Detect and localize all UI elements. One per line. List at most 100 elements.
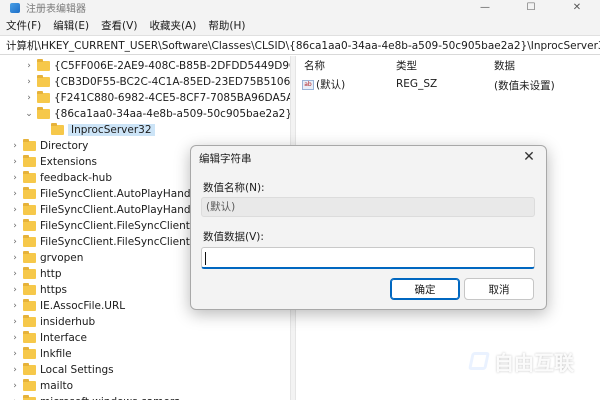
title-bar: 注册表编辑器 — ☐ ✕ [0,0,600,15]
tree-item[interactable]: ›microsoft.windows.camera [10,394,181,400]
folder-icon [23,299,36,311]
value-data-label: 数值数据(V): [203,231,264,243]
menu-edit[interactable]: 编辑(E) [53,18,89,33]
tree-item-label: grvopen [40,252,84,264]
folder-icon [51,123,64,135]
tree-item[interactable]: InprocServer32 [38,122,155,138]
menu-view[interactable]: 查看(V) [101,18,137,33]
folder-icon [23,347,36,359]
chevron-right-icon[interactable]: › [10,173,20,183]
menu-bar: 文件(F) 编辑(E) 查看(V) 收藏夹(A) 帮助(H) [0,15,600,35]
tree-item[interactable]: › FileSyncClient.FileSyncClient [10,218,190,234]
dialog-close-icon[interactable]: ✕ [520,148,538,166]
tree-item-label: FileSyncClient.FileSyncClient [40,220,190,232]
chevron-right-icon[interactable]: › [10,317,20,327]
chevron-down-icon[interactable]: ⌄ [24,109,34,119]
tree-item[interactable]: › Directory [10,138,88,154]
chevron-right-icon[interactable]: › [10,349,20,359]
column-header-name[interactable]: 名称 [304,58,325,73]
folder-icon [37,75,50,87]
folder-icon [37,91,50,103]
chevron-right-icon[interactable]: › [10,365,20,375]
tree-item[interactable]: › {F241C880-6982-4CE5-8CF7-7085BA96DA5A} [24,90,290,106]
chevron-right-icon[interactable]: › [10,269,20,279]
close-window-button[interactable]: ✕ [554,0,600,15]
minimize-button[interactable]: — [462,0,508,15]
address-bar[interactable]: 计算机\HKEY_CURRENT_USER\Software\Classes\C… [0,35,600,55]
value-name: (默认) [316,79,346,91]
chevron-right-icon[interactable]: › [10,333,20,343]
folder-icon [23,187,36,199]
value-name-label: 数值名称(N): [203,182,265,194]
chevron-right-icon[interactable]: › [24,93,34,103]
tree-item-label: insiderhub [40,316,96,328]
regedit-app-icon [10,2,20,13]
text-caret [205,252,206,265]
chevron-right-icon[interactable]: › [10,189,20,199]
value-data-input[interactable] [201,247,535,269]
column-header-data[interactable]: 数据 [494,58,515,73]
tree-item-label: {86ca1aa0-34aa-4e8b-a509-50c905bae2a2} [54,108,290,120]
tree-item-label: Extensions [40,156,98,168]
chevron-right-icon[interactable]: › [10,221,20,231]
chevron-right-icon[interactable]: › [10,253,20,263]
tree-item[interactable]: › {C5FF006E-2AE9-408C-B85B-2DFDD5449D9C} [24,58,290,74]
chevron-right-icon[interactable]: › [10,205,20,215]
folder-icon [23,219,36,231]
folder-icon [23,363,36,375]
tree-item[interactable]: › IE.AssocFile.URL [10,298,125,314]
chevron-right-icon[interactable]: › [24,61,34,71]
edit-string-dialog: 编辑字符串 ✕ 数值名称(N): (默认) 数值数据(V): 确定 取消 [190,145,547,310]
chevron-right-icon[interactable]: › [10,285,20,295]
watermark-logo-icon [468,352,490,370]
tree-item[interactable]: › Interface [10,330,87,346]
tree-item[interactable]: › http [10,266,62,282]
tree-item-label: FileSyncClient.FileSyncClient.1 [40,236,200,248]
tree-item[interactable]: › lnkfile [10,346,72,362]
menu-favorites[interactable]: 收藏夹(A) [149,18,196,33]
value-name-cell: ab (默认) [302,77,345,92]
maximize-button[interactable]: ☐ [508,0,554,15]
folder-icon [37,107,50,119]
tree-item-label: microsoft.windows.camera [40,396,181,400]
chevron-right-icon[interactable]: › [10,301,20,311]
cancel-button[interactable]: 取消 [464,278,534,300]
value-row[interactable]: ab (默认) REG_SZ (数值未设置) [296,76,600,92]
tree-item[interactable]: › https [10,282,67,298]
string-value-icon: ab [302,80,314,90]
tree-item[interactable]: › FileSyncClient.AutoPlayHandler [10,186,204,202]
chevron-right-icon[interactable]: › [24,77,34,87]
watermark-text: 自由互联 [494,350,574,375]
tree-item-label: IE.AssocFile.URL [40,300,126,312]
tree-item[interactable]: › FileSyncClient.AutoPlayHandler [10,202,204,218]
chevron-right-icon[interactable]: › [10,381,20,391]
chevron-right-icon[interactable]: › [10,157,20,167]
menu-file[interactable]: 文件(F) [6,18,41,33]
folder-icon [23,235,36,247]
tree-item-label: Directory [40,140,89,152]
column-header-type[interactable]: 类型 [396,58,417,73]
tree-item[interactable]: › grvopen [10,250,83,266]
folder-icon [23,171,36,183]
ok-button[interactable]: 确定 [390,278,460,300]
dialog-title: 编辑字符串 [199,153,252,165]
folder-icon [23,267,36,279]
tree-item[interactable]: › Extensions [10,154,97,170]
tree-item[interactable]: › FileSyncClient.FileSyncClient.1 [10,234,200,250]
tree-item[interactable]: › {CB3D0F55-BC2C-4C1A-85ED-23ED75B5106B} [24,74,290,90]
folder-icon [23,283,36,295]
tree-item-label: mailto [40,380,74,392]
tree-item[interactable]: › insiderhub [10,314,95,330]
tree-item-label: FileSyncClient.AutoPlayHandler [40,204,205,216]
tree-item[interactable]: › mailto [10,378,73,394]
chevron-right-icon[interactable]: › [10,237,20,247]
tree-item[interactable]: › Local Settings [10,362,114,378]
tree-item[interactable]: ⌄ {86ca1aa0-34aa-4e8b-a509-50c905bae2a2} [24,106,290,122]
tree-item-label: http [40,268,62,280]
chevron-right-icon[interactable]: › [10,141,20,151]
folder-icon [23,251,36,263]
tree-item-label: {F241C880-6982-4CE5-8CF7-7085BA96DA5A} [54,92,290,104]
tree-item-label: {CB3D0F55-BC2C-4C1A-85ED-23ED75B5106B} [54,76,290,88]
menu-help[interactable]: 帮助(H) [208,18,245,33]
tree-item[interactable]: › feedback-hub [10,170,112,186]
